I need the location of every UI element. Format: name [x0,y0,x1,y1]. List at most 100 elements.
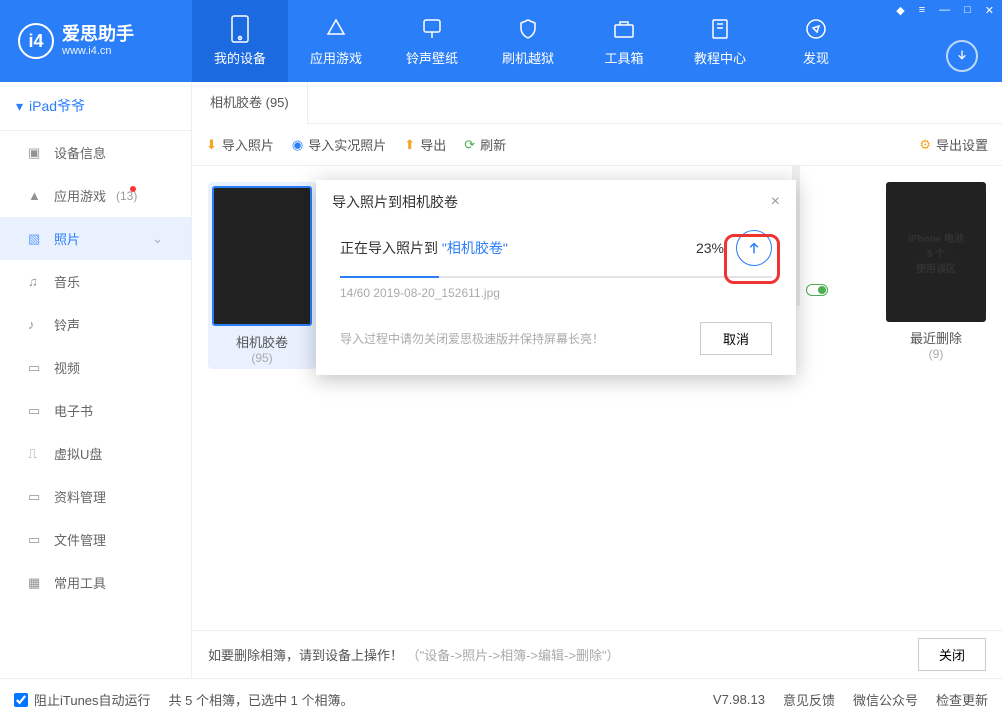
book-icon: ▭ [28,403,44,419]
sidebar-item-data[interactable]: ▭资料管理 [0,475,191,518]
progress-fill [340,276,439,278]
wechat-link[interactable]: 微信公众号 [853,690,918,709]
thumb-text: iPhone 电池 [908,230,964,245]
sidebar-item-tools[interactable]: ▦ 常用工具 [0,561,191,604]
refresh-button[interactable]: ⟳ 刷新 [464,135,506,154]
sidebar-label: 文件管理 [54,530,106,549]
import-live-button[interactable]: ◉ 导入实况照片 [292,135,386,154]
sidebar-label: 照片 [54,229,80,248]
sidebar-item-apps[interactable]: ▲应用游戏(13) [0,174,191,217]
label: 导入实况照片 [308,135,386,154]
app-header: i4 爱思助手 www.i4.cn 我的设备 应用游戏 铃声壁纸 刷机越狱 工具… [0,0,1002,82]
sidebar-item-files[interactable]: ▭ 文件管理 [0,518,191,561]
close-button[interactable]: 关闭 [918,638,986,671]
dialog-close-icon[interactable]: × [771,193,780,211]
dialog-title: 导入照片到相机胶卷 [332,192,458,212]
sub-tab-row: 相机胶卷 (95) [192,82,1002,124]
sidebar-item-video[interactable]: ▭ 视频 [0,346,191,389]
nav-label: 铃声壁纸 [406,48,458,67]
cancel-button[interactable]: 取消 [700,322,772,355]
file-icon: ▭ [28,532,44,548]
sidebar-label: 铃声 [54,315,80,334]
sidebar-item-ebook[interactable]: ▭ 电子书 [0,389,191,432]
nav-tutorials[interactable]: 教程中心 [672,0,768,82]
close-icon[interactable]: ✕ [981,2,998,19]
current-file: 14/60 2019-08-20_152611.jpg [340,286,772,300]
video-icon: ▭ [28,360,44,376]
toolbox-icon [611,16,637,42]
nav-tools[interactable]: 工具箱 [576,0,672,82]
grid-icon: ▦ [28,575,44,591]
album-thumb [212,186,312,326]
version: V7.98.13 [713,692,765,707]
sidebar-label: 音乐 [54,272,80,291]
hint-text: 如要删除相簿，请到设备上操作！ [208,648,403,663]
sidebar-item-photos[interactable]: ▧照片⌄ [0,217,191,260]
export-button[interactable]: ⬆导出 [404,135,446,154]
notification-dot [130,186,136,192]
live-icon: ◉ [292,137,303,153]
album-name: 最近删除 [886,328,986,347]
sidebar-label: 常用工具 [54,573,106,592]
album-count: (9) [886,347,986,361]
menu-icon[interactable]: ≡ [915,2,929,19]
progress-bar [340,276,772,278]
feedback-link[interactable]: 意见反馈 [783,690,835,709]
sidebar-label: 电子书 [54,401,93,420]
main-nav: 我的设备 应用游戏 铃声壁纸 刷机越狱 工具箱 教程中心 发现 [192,0,864,82]
sidebar-label: 虚拟U盘 [54,444,102,463]
album-camera-roll[interactable]: 相机胶卷 (95) [208,182,316,369]
sidebar-label: 应用游戏 [54,186,106,205]
sidebar-item-music[interactable]: ♫ 音乐 [0,260,191,303]
label: 刷新 [480,135,506,154]
import-photo-button[interactable]: ⬇ 导入照片 [206,135,274,154]
thumb-text: 5 个 [927,245,945,260]
check-update-link[interactable]: 检查更新 [936,690,988,709]
skin-icon[interactable]: ◆ [892,2,908,19]
export-settings-button[interactable]: ⚙ 导出设置 [919,135,988,154]
minimize-icon[interactable]: — [935,2,954,19]
logo-url: www.i4.cn [62,45,134,57]
nav-my-device[interactable]: 我的设备 [192,0,288,82]
music-icon: ♫ [28,274,44,290]
hint-path: （"设备->照片->相簿->编辑->删除"） [407,648,620,663]
label: 导出设置 [936,135,988,154]
sidebar-item-udisk[interactable]: ⎍虚拟U盘 [0,432,191,475]
nav-discover[interactable]: 发现 [768,0,864,82]
nav-ringtones[interactable]: 铃声壁纸 [384,0,480,82]
progress-prefix: 正在导入照片到 [340,240,438,256]
progress-dest: "相机胶卷" [442,240,508,256]
nav-label: 教程中心 [694,48,746,67]
sidebar-label: 视频 [54,358,80,377]
bell-icon: ♪ [28,317,44,333]
maximize-icon[interactable]: □ [960,2,975,19]
nav-flash[interactable]: 刷机越狱 [480,0,576,82]
nav-label: 我的设备 [214,48,266,67]
download-indicator[interactable] [946,40,978,72]
label: 导入照片 [222,135,274,154]
export-icon: ⬆ [404,137,415,153]
block-itunes-checkbox[interactable]: 阻止iTunes自动运行 [14,690,151,709]
tab-camera-roll[interactable]: 相机胶卷 (95) [192,82,308,124]
window-controls: ◆ ≡ — □ ✕ [892,2,998,19]
device-name: iPad爷爷 [29,96,85,116]
import-progress-dialog: 导入照片到相机胶卷 × 正在导入照片到 "相机胶卷" 23% 14/60 201… [316,180,796,375]
selection-count: 共 5 个相簿，已选中 1 个相簿。 [169,690,354,709]
checkbox[interactable] [14,693,28,707]
refresh-icon: ⟳ [464,137,475,153]
sidebar-item-info[interactable]: ▣ 设备信息 [0,131,191,174]
sidebar: ▾ iPad爷爷 ▣ 设备信息 ▲应用游戏(13) ▧照片⌄ ♫ 音乐 ♪ 铃声 ▭ 视… [0,82,192,678]
hint-bar: 如要删除相簿，请到设备上操作！ （"设备->照片->相簿->编辑->删除"） 关… [192,630,1002,678]
album-count: (95) [212,351,312,365]
sidebar-item-ringtones[interactable]: ♪ 铃声 [0,303,191,346]
album-recently-deleted[interactable]: iPhone 电池 5 个 使用误区 最近删除 (9) [886,182,986,361]
gear-icon: ⚙ [919,137,931,153]
progress-text: 正在导入照片到 "相机胶卷" [340,238,684,258]
info-icon: ▣ [28,145,44,161]
music-icon [419,16,445,42]
sidebar-label: 设备信息 [54,143,106,162]
device-selector[interactable]: ▾ iPad爷爷 [0,82,191,131]
nav-apps[interactable]: 应用游戏 [288,0,384,82]
import-icon: ⬇ [206,137,217,153]
album-name: 相机胶卷 [212,332,312,351]
